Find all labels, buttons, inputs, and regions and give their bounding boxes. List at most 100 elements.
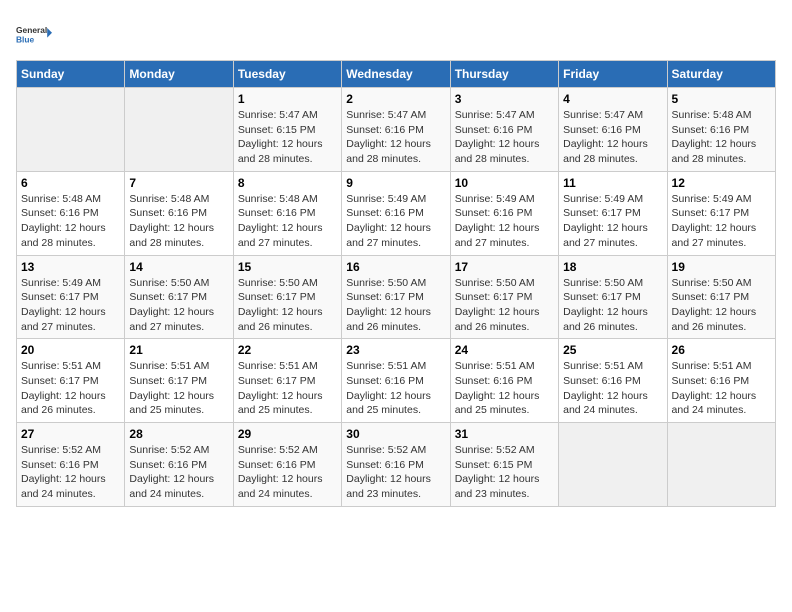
calendar-week-2: 6 Sunrise: 5:48 AM Sunset: 6:16 PM Daylig… [17, 171, 776, 255]
day-number: 5 [672, 92, 771, 106]
day-number: 13 [21, 260, 120, 274]
calendar-cell: 15Sunrise: 5:50 AM Sunset: 6:17 PM Dayli… [233, 255, 341, 339]
calendar-cell: 14 Sunrise: 5:50 AM Sunset: 6:17 PM Dayli… [125, 255, 233, 339]
day-number: 17 [455, 260, 554, 274]
day-number: 16 [346, 260, 445, 274]
day-info: Sunrise: 5:50 AM Sunset: 6:17 PM Dayligh… [129, 276, 228, 335]
day-number: 15 [238, 260, 337, 274]
day-info: Sunrise: 5:51 AM Sunset: 6:16 PM Dayligh… [455, 359, 554, 418]
calendar-cell: 13 Sunrise: 5:49 AM Sunset: 6:17 PM Dayli… [17, 255, 125, 339]
day-info: Sunrise: 5:52 AM Sunset: 6:16 PM Dayligh… [346, 443, 445, 502]
calendar-week-3: 13 Sunrise: 5:49 AM Sunset: 6:17 PM Dayli… [17, 255, 776, 339]
calendar-cell: 24 Sunrise: 5:51 AM Sunset: 6:16 PM Dayli… [450, 339, 558, 423]
calendar-cell [559, 423, 667, 507]
calendar-cell: 19 Sunrise: 5:50 AM Sunset: 6:17 PM Dayli… [667, 255, 775, 339]
day-number: 19 [672, 260, 771, 274]
calendar-cell: 23 Sunrise: 5:51 AM Sunset: 6:16 PM Dayli… [342, 339, 450, 423]
day-number: 11 [563, 176, 662, 190]
day-info: Sunrise: 5:48 AM Sunset: 6:16 PM Dayligh… [21, 192, 120, 251]
day-number: 2 [346, 92, 445, 106]
calendar-cell: 7 Sunrise: 5:48 AM Sunset: 6:16 PM Daylig… [125, 171, 233, 255]
calendar-cell: 3 Sunrise: 5:47 AM Sunset: 6:16 PM Daylig… [450, 88, 558, 172]
day-info: Sunrise: 5:50 AM Sunset: 6:17 PM Dayligh… [455, 276, 554, 335]
day-info: Sunrise: 5:52 AM Sunset: 6:16 PM Dayligh… [238, 443, 337, 502]
day-info: Sunrise: 5:49 AM Sunset: 6:17 PM Dayligh… [672, 192, 771, 251]
day-info: Sunrise: 5:50 AM Sunset: 6:17 PM Dayligh… [563, 276, 662, 335]
calendar-week-4: 20 Sunrise: 5:51 AM Sunset: 6:17 PM Dayli… [17, 339, 776, 423]
calendar-cell: 27 Sunrise: 5:52 AM Sunset: 6:16 PM Dayli… [17, 423, 125, 507]
day-info: Sunrise: 5:49 AM Sunset: 6:16 PM Dayligh… [346, 192, 445, 251]
day-number: 3 [455, 92, 554, 106]
day-info: Sunrise: 5:48 AM Sunset: 6:16 PM Dayligh… [238, 192, 337, 251]
day-info: Sunrise: 5:47 AM Sunset: 6:15 PM Dayligh… [238, 108, 337, 167]
day-number: 22 [238, 343, 337, 357]
header-thursday: Thursday [450, 61, 558, 88]
day-info: Sunrise: 5:51 AM Sunset: 6:16 PM Dayligh… [346, 359, 445, 418]
calendar-cell: 25 Sunrise: 5:51 AM Sunset: 6:16 PM Dayli… [559, 339, 667, 423]
day-info: Sunrise: 5:52 AM Sunset: 6:15 PM Dayligh… [455, 443, 554, 502]
calendar-cell: 28 Sunrise: 5:52 AM Sunset: 6:16 PM Dayli… [125, 423, 233, 507]
header-wednesday: Wednesday [342, 61, 450, 88]
calendar-cell: 9Sunrise: 5:49 AM Sunset: 6:16 PM Daylig… [342, 171, 450, 255]
day-info: Sunrise: 5:51 AM Sunset: 6:16 PM Dayligh… [563, 359, 662, 418]
header-sunday: Sunday [17, 61, 125, 88]
day-info: Sunrise: 5:50 AM Sunset: 6:17 PM Dayligh… [672, 276, 771, 335]
calendar-week-5: 27 Sunrise: 5:52 AM Sunset: 6:16 PM Dayli… [17, 423, 776, 507]
day-info: Sunrise: 5:50 AM Sunset: 6:17 PM Dayligh… [346, 276, 445, 335]
day-number: 29 [238, 427, 337, 441]
calendar-cell [667, 423, 775, 507]
calendar-cell: 31 Sunrise: 5:52 AM Sunset: 6:15 PM Dayli… [450, 423, 558, 507]
day-number: 20 [21, 343, 120, 357]
calendar-week-1: 1Sunrise: 5:47 AM Sunset: 6:15 PM Daylig… [17, 88, 776, 172]
day-info: Sunrise: 5:51 AM Sunset: 6:17 PM Dayligh… [129, 359, 228, 418]
day-number: 31 [455, 427, 554, 441]
calendar-cell: 21 Sunrise: 5:51 AM Sunset: 6:17 PM Dayli… [125, 339, 233, 423]
day-number: 6 [21, 176, 120, 190]
calendar-cell: 1Sunrise: 5:47 AM Sunset: 6:15 PM Daylig… [233, 88, 341, 172]
day-info: Sunrise: 5:52 AM Sunset: 6:16 PM Dayligh… [129, 443, 228, 502]
day-number: 7 [129, 176, 228, 190]
day-number: 4 [563, 92, 662, 106]
day-info: Sunrise: 5:51 AM Sunset: 6:17 PM Dayligh… [21, 359, 120, 418]
day-info: Sunrise: 5:48 AM Sunset: 6:16 PM Dayligh… [129, 192, 228, 251]
header-friday: Friday [559, 61, 667, 88]
day-number: 12 [672, 176, 771, 190]
day-number: 27 [21, 427, 120, 441]
calendar-cell: 30Sunrise: 5:52 AM Sunset: 6:16 PM Dayli… [342, 423, 450, 507]
calendar-cell [125, 88, 233, 172]
calendar-cell: 2Sunrise: 5:47 AM Sunset: 6:16 PM Daylig… [342, 88, 450, 172]
calendar-cell: 26 Sunrise: 5:51 AM Sunset: 6:16 PM Dayli… [667, 339, 775, 423]
day-number: 25 [563, 343, 662, 357]
calendar-cell: 4Sunrise: 5:47 AM Sunset: 6:16 PM Daylig… [559, 88, 667, 172]
day-number: 24 [455, 343, 554, 357]
day-number: 26 [672, 343, 771, 357]
logo-svg: General Blue [16, 16, 52, 52]
calendar-cell: 6 Sunrise: 5:48 AM Sunset: 6:16 PM Daylig… [17, 171, 125, 255]
calendar-cell [17, 88, 125, 172]
day-info: Sunrise: 5:47 AM Sunset: 6:16 PM Dayligh… [455, 108, 554, 167]
day-number: 28 [129, 427, 228, 441]
day-number: 23 [346, 343, 445, 357]
day-info: Sunrise: 5:51 AM Sunset: 6:17 PM Dayligh… [238, 359, 337, 418]
calendar-cell: 18 Sunrise: 5:50 AM Sunset: 6:17 PM Dayli… [559, 255, 667, 339]
header-tuesday: Tuesday [233, 61, 341, 88]
svg-text:General: General [16, 25, 47, 35]
calendar-cell: 22 Sunrise: 5:51 AM Sunset: 6:17 PM Dayli… [233, 339, 341, 423]
calendar-table: SundayMondayTuesdayWednesdayThursdayFrid… [16, 60, 776, 507]
calendar-cell: 10Sunrise: 5:49 AM Sunset: 6:16 PM Dayli… [450, 171, 558, 255]
day-number: 8 [238, 176, 337, 190]
day-info: Sunrise: 5:49 AM Sunset: 6:17 PM Dayligh… [21, 276, 120, 335]
day-number: 18 [563, 260, 662, 274]
calendar-cell: 16 Sunrise: 5:50 AM Sunset: 6:17 PM Dayli… [342, 255, 450, 339]
svg-text:Blue: Blue [16, 34, 35, 44]
header: General Blue [16, 16, 776, 52]
calendar-cell: 29 Sunrise: 5:52 AM Sunset: 6:16 PM Dayli… [233, 423, 341, 507]
day-info: Sunrise: 5:51 AM Sunset: 6:16 PM Dayligh… [672, 359, 771, 418]
day-info: Sunrise: 5:48 AM Sunset: 6:16 PM Dayligh… [672, 108, 771, 167]
day-number: 14 [129, 260, 228, 274]
header-saturday: Saturday [667, 61, 775, 88]
day-info: Sunrise: 5:49 AM Sunset: 6:17 PM Dayligh… [563, 192, 662, 251]
day-number: 21 [129, 343, 228, 357]
day-info: Sunrise: 5:52 AM Sunset: 6:16 PM Dayligh… [21, 443, 120, 502]
calendar-cell: 17 Sunrise: 5:50 AM Sunset: 6:17 PM Dayli… [450, 255, 558, 339]
